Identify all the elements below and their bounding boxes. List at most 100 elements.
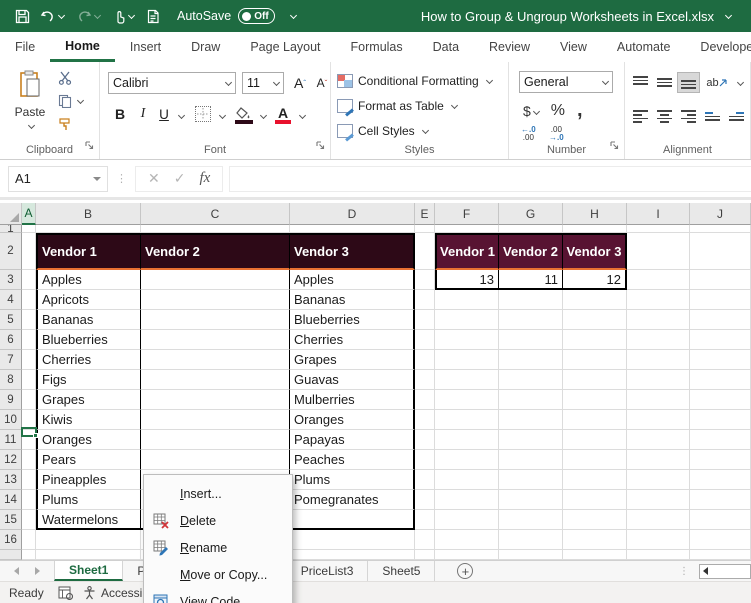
column-header-F[interactable]: F: [435, 203, 499, 225]
fill-color-dropdown-icon[interactable]: [260, 112, 267, 119]
cell-A13[interactable]: [22, 470, 36, 490]
column-header-H[interactable]: H: [563, 203, 627, 225]
row-header-17[interactable]: [0, 550, 22, 560]
cell-D14[interactable]: Pomegranates: [290, 490, 415, 510]
cell-F13[interactable]: [435, 470, 499, 490]
cell-F14[interactable]: [435, 490, 499, 510]
menu-item-move-or-copy[interactable]: Move or Copy...: [144, 561, 292, 588]
cell-E2[interactable]: [415, 233, 435, 270]
cell-H15[interactable]: [563, 510, 627, 530]
menu-item-view-code[interactable]: View Code: [144, 588, 292, 603]
cell-C1[interactable]: [141, 225, 290, 233]
cell-F2[interactable]: Vendor 1: [435, 233, 499, 270]
redo-icon[interactable]: [73, 7, 105, 26]
cell-D4[interactable]: Bananas: [290, 290, 415, 310]
cell-F10[interactable]: [435, 410, 499, 430]
save-icon[interactable]: [12, 7, 33, 26]
cell-H8[interactable]: [563, 370, 627, 390]
cell-I17[interactable]: [627, 550, 690, 560]
cell-I15[interactable]: [627, 510, 690, 530]
tab-view[interactable]: View: [545, 32, 602, 62]
cell-D3[interactable]: Apples: [290, 270, 415, 290]
percent-button[interactable]: %: [551, 102, 565, 120]
align-center-button[interactable]: [653, 106, 676, 127]
cell-E3[interactable]: [415, 270, 435, 290]
cell-H12[interactable]: [563, 450, 627, 470]
cell-C4[interactable]: [141, 290, 290, 310]
cell-I12[interactable]: [627, 450, 690, 470]
cell-styles-button[interactable]: Cell Styles: [337, 120, 428, 142]
font-name-combo[interactable]: Calibri: [108, 72, 236, 94]
cell-H14[interactable]: [563, 490, 627, 510]
tab-developer[interactable]: Developer: [685, 32, 751, 62]
cell-E17[interactable]: [415, 550, 435, 560]
cell-J5[interactable]: [690, 310, 751, 330]
cell-G17[interactable]: [499, 550, 563, 560]
cell-J15[interactable]: [690, 510, 751, 530]
cell-J6[interactable]: [690, 330, 751, 350]
autosave-toggle[interactable]: Off: [238, 8, 275, 24]
cell-E7[interactable]: [415, 350, 435, 370]
font-color-button[interactable]: A: [274, 102, 292, 124]
macro-record-button[interactable]: [58, 586, 73, 600]
cell-G10[interactable]: [499, 410, 563, 430]
cell-J13[interactable]: [690, 470, 751, 490]
cell-D1[interactable]: [290, 225, 415, 233]
prev-sheet-icon[interactable]: [14, 567, 19, 575]
tab-page-layout[interactable]: Page Layout: [235, 32, 335, 62]
cell-A4[interactable]: [22, 290, 36, 310]
column-header-G[interactable]: G: [499, 203, 563, 225]
cell-H11[interactable]: [563, 430, 627, 450]
cell-C2[interactable]: Vendor 2: [141, 233, 290, 270]
align-left-button[interactable]: [629, 106, 652, 127]
format-painter-button[interactable]: [58, 116, 83, 132]
cell-C5[interactable]: [141, 310, 290, 330]
tab-automate[interactable]: Automate: [602, 32, 686, 62]
cell-I16[interactable]: [627, 530, 690, 550]
cell-I6[interactable]: [627, 330, 690, 350]
cell-H7[interactable]: [563, 350, 627, 370]
cell-C11[interactable]: [141, 430, 290, 450]
sheet-tab-pricelist3[interactable]: PriceList3: [287, 561, 369, 581]
fill-handle[interactable]: [33, 433, 38, 438]
menu-item-rename[interactable]: Rename: [144, 534, 292, 561]
cell-D5[interactable]: Blueberries: [290, 310, 415, 330]
cell-D8[interactable]: Guavas: [290, 370, 415, 390]
decrease-decimal-button[interactable]: .00→.0: [549, 126, 564, 143]
touch-mode-dropdown-icon[interactable]: [128, 11, 135, 18]
cell-A5[interactable]: [22, 310, 36, 330]
insert-function-icon[interactable]: fx: [199, 170, 210, 187]
font-size-combo[interactable]: 11: [242, 72, 284, 94]
cell-B16[interactable]: [36, 530, 141, 550]
row-header-7[interactable]: 7: [0, 350, 22, 370]
cell-I13[interactable]: [627, 470, 690, 490]
cell-F4[interactable]: [435, 290, 499, 310]
cell-E14[interactable]: [415, 490, 435, 510]
cell-B5[interactable]: Bananas: [36, 310, 141, 330]
tab-draw[interactable]: Draw: [176, 32, 235, 62]
column-header-D[interactable]: D: [290, 203, 415, 225]
cell-G5[interactable]: [499, 310, 563, 330]
cell-H2[interactable]: Vendor 3: [563, 233, 627, 270]
row-header-1[interactable]: 1: [0, 225, 22, 233]
cell-A14[interactable]: [22, 490, 36, 510]
format-as-table-button[interactable]: Format as Table: [337, 95, 457, 117]
cell-B17[interactable]: [36, 550, 141, 560]
cell-E16[interactable]: [415, 530, 435, 550]
number-format-combo[interactable]: General: [519, 71, 613, 93]
row-header-16[interactable]: 16: [0, 530, 22, 550]
menu-item-delete[interactable]: Delete: [144, 507, 292, 534]
name-box[interactable]: A1: [8, 166, 108, 192]
cell-H4[interactable]: [563, 290, 627, 310]
cell-G12[interactable]: [499, 450, 563, 470]
cell-H1[interactable]: [563, 225, 627, 233]
row-header-14[interactable]: 14: [0, 490, 22, 510]
cell-A6[interactable]: [22, 330, 36, 350]
cell-E9[interactable]: [415, 390, 435, 410]
row-header-3[interactable]: 3: [0, 270, 22, 290]
align-middle-button[interactable]: [653, 72, 676, 93]
cell-J2[interactable]: [690, 233, 751, 270]
cell-E12[interactable]: [415, 450, 435, 470]
cell-B11[interactable]: Oranges: [36, 430, 141, 450]
cell-C3[interactable]: [141, 270, 290, 290]
